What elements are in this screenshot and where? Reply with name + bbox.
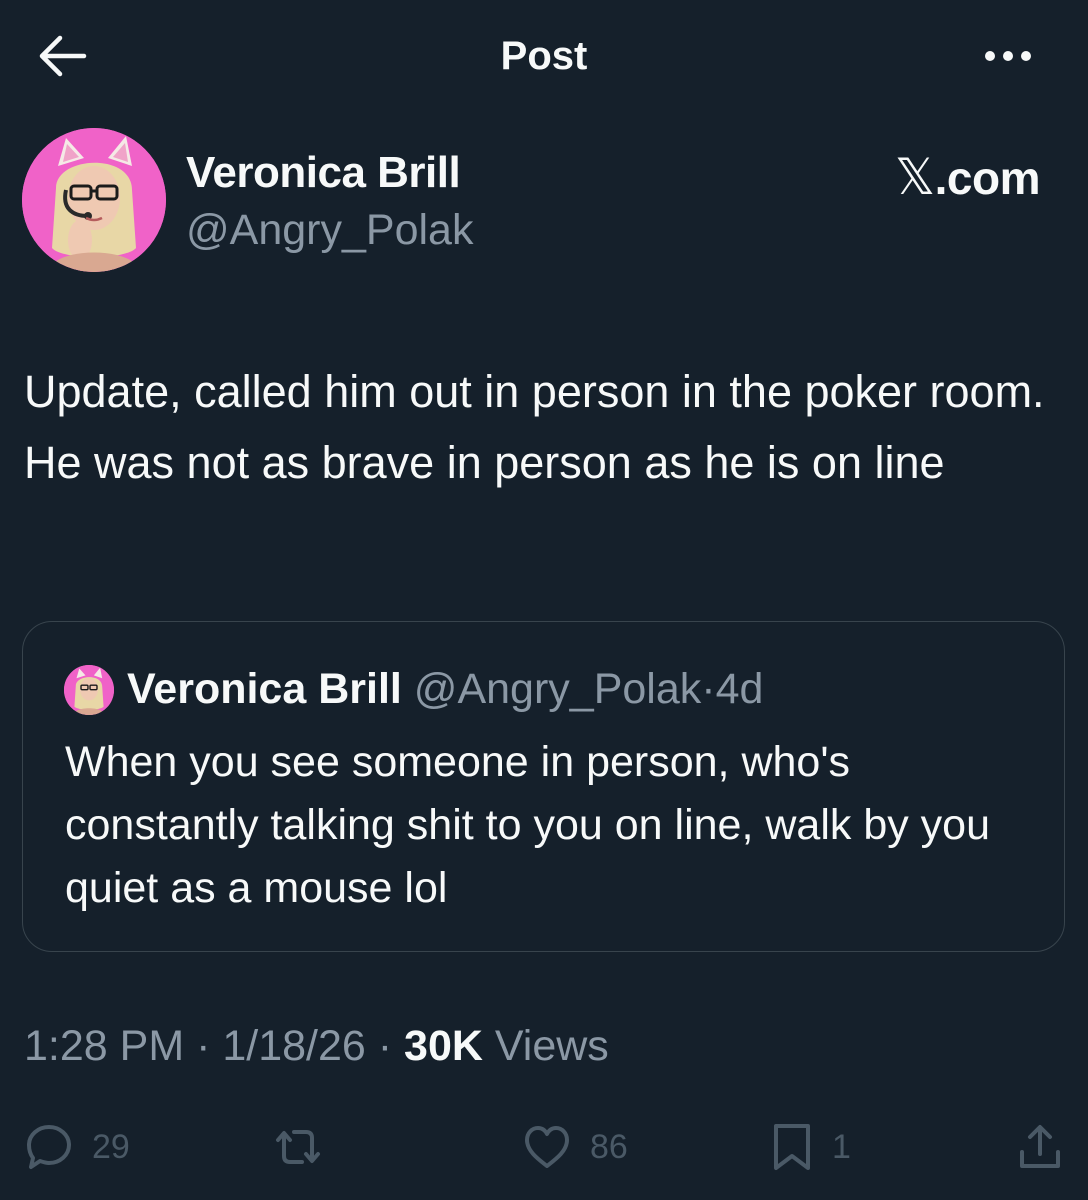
share-button[interactable] xyxy=(1016,1112,1064,1182)
x-com-watermark: 𝕏 .com xyxy=(894,148,1041,206)
quoted-post-header: Veronica Brill @Angry_Polak·4d xyxy=(127,663,763,715)
author-avatar[interactable] xyxy=(22,128,166,272)
post-page: Post Veronica Brill @Angry_Polak 𝕏 .com … xyxy=(0,0,1088,1200)
views-label: Views xyxy=(482,1022,609,1070)
bookmark-button[interactable]: 1 xyxy=(770,1112,851,1182)
quoted-timestamp: 4d xyxy=(715,665,764,713)
quoted-post-text: When you see someone in person, who's co… xyxy=(65,738,991,912)
share-icon xyxy=(1020,1125,1060,1168)
quoted-post[interactable]: Veronica Brill @Angry_Polak·4d When you … xyxy=(22,621,1065,952)
quoted-avatar-portrait xyxy=(64,665,114,715)
quoted-author-handle: @Angry_Polak xyxy=(413,665,702,713)
post-time[interactable]: 1:28 PM xyxy=(24,1022,184,1070)
more-horizontal-icon xyxy=(985,51,1031,61)
repost-button[interactable] xyxy=(270,1112,344,1182)
like-button[interactable]: 86 xyxy=(522,1112,628,1182)
action-bar: 29 86 1 xyxy=(0,1112,1088,1182)
reply-button[interactable]: 29 xyxy=(24,1112,130,1182)
post-date[interactable]: 1/18/26 xyxy=(222,1022,365,1070)
more-button[interactable] xyxy=(982,40,1034,72)
x-logo: 𝕏 xyxy=(894,149,935,205)
like-count: 86 xyxy=(590,1127,628,1166)
meta-separator: · xyxy=(365,1022,405,1070)
top-bar: Post xyxy=(0,0,1088,112)
views-count: 30K xyxy=(404,1022,483,1070)
avatar-portrait xyxy=(22,128,166,272)
quoted-author-avatar xyxy=(64,665,114,715)
author-name[interactable]: Veronica Brill xyxy=(186,148,461,198)
bookmark-icon xyxy=(774,1124,810,1170)
quoted-author-name: Veronica Brill xyxy=(127,665,402,713)
watermark-domain: .com xyxy=(934,152,1041,204)
author-handle[interactable]: @Angry_Polak xyxy=(186,206,473,255)
bookmark-count: 1 xyxy=(832,1127,851,1166)
meta-separator: · xyxy=(184,1022,223,1070)
page-title: Post xyxy=(500,34,588,78)
quoted-separator: · xyxy=(701,665,716,713)
heart-icon xyxy=(525,1126,569,1168)
post-meta: 1:28 PM · 1/18/26 · 30K Views xyxy=(24,1022,609,1071)
reply-count: 29 xyxy=(92,1127,130,1166)
repost-icon xyxy=(276,1130,320,1164)
reply-icon xyxy=(27,1125,71,1169)
post-text: Update, called him out in person in the … xyxy=(24,366,1045,488)
